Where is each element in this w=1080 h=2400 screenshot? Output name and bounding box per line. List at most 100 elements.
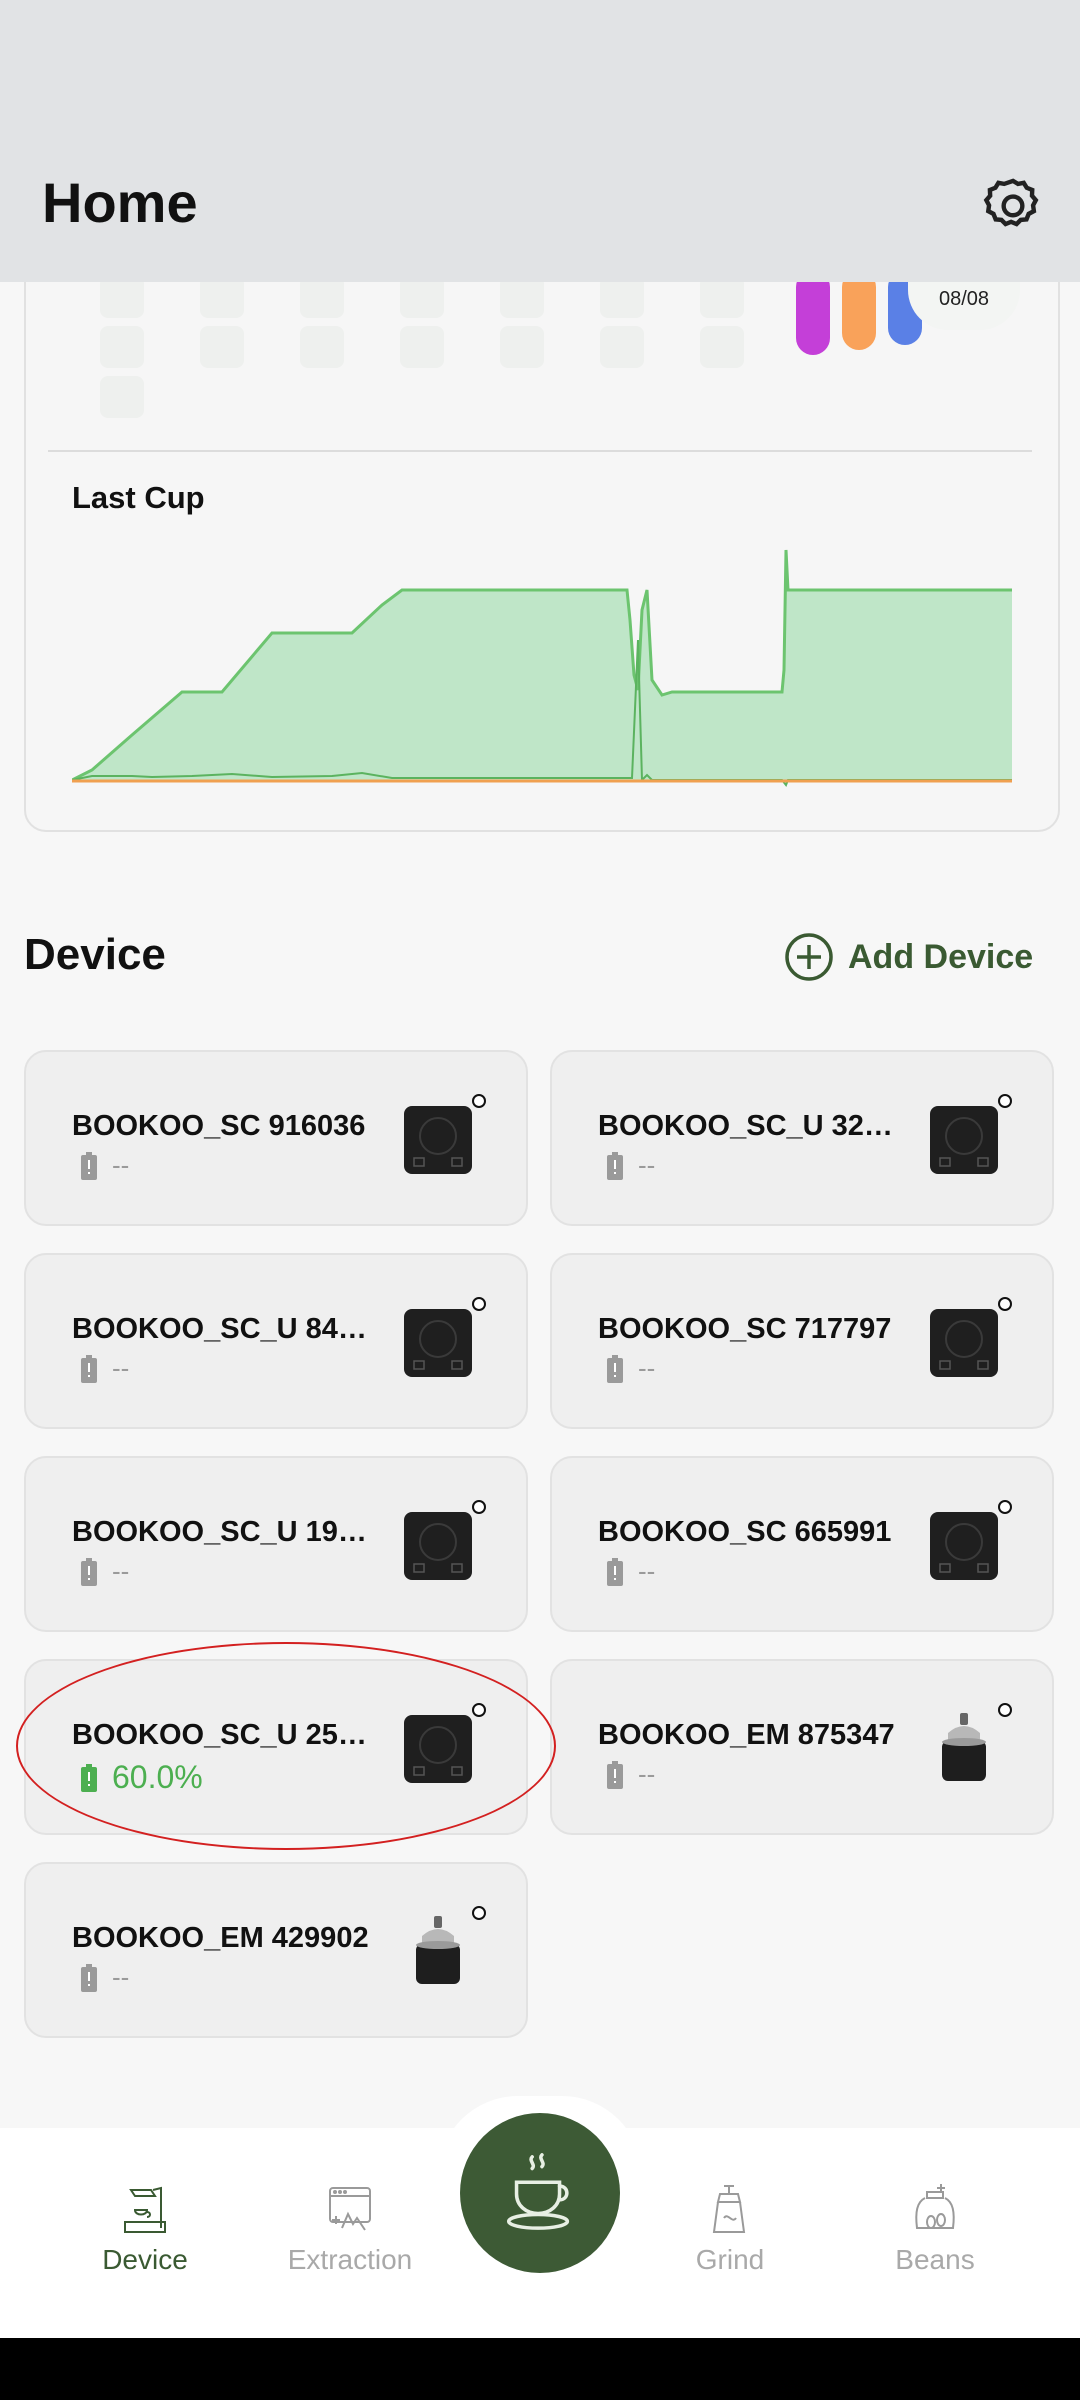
- scale-image: [926, 1102, 1002, 1178]
- system-nav-bar: [0, 2338, 1080, 2400]
- divider: [48, 450, 1032, 452]
- heatmap-cell: [400, 326, 444, 368]
- nav-label: Extraction: [287, 2244, 413, 2275]
- device-section-title: Device: [24, 930, 166, 979]
- nav-item-device[interactable]: Device: [55, 2180, 235, 2276]
- device-card[interactable]: BOOKOO_SC_U 8477… --: [24, 1253, 528, 1429]
- app-bar: Home: [0, 0, 1080, 282]
- scale-image: [400, 1305, 476, 1381]
- device-card[interactable]: BOOKOO_SC 916036 --: [24, 1050, 528, 1226]
- chart-area: [72, 550, 1012, 780]
- nav-item-extraction[interactable]: Extraction: [260, 2180, 440, 2276]
- scale-image: [926, 1305, 1002, 1381]
- battery-icon: [81, 1763, 97, 1792]
- status-dot: [472, 1906, 486, 1920]
- status-dot: [998, 1297, 1012, 1311]
- battery-status: --: [606, 1353, 655, 1384]
- device-name: BOOKOO_SC_U 2556…: [72, 1719, 382, 1751]
- date-label: 08/08: [938, 288, 990, 310]
- last-cup-chart: [72, 549, 1012, 787]
- battery-status: --: [80, 1962, 129, 1993]
- heatmap-cell: [100, 276, 144, 318]
- device-icon: [124, 2186, 166, 2233]
- status-dot: [998, 1094, 1012, 1108]
- battery-icon: [81, 1557, 97, 1586]
- battery-value: --: [112, 1962, 130, 1992]
- last-cup-label: Last Cup: [72, 480, 205, 515]
- battery-icon: [607, 1760, 623, 1789]
- device-card[interactable]: BOOKOO_SC_U 3246… --: [550, 1050, 1054, 1226]
- device-name: BOOKOO_SC 916036: [72, 1110, 366, 1142]
- heatmap-cell: [500, 276, 544, 318]
- device-card[interactable]: BOOKOO_SC_U 1900… --: [24, 1456, 528, 1632]
- heatmap-cell: [300, 326, 344, 368]
- device-name: BOOKOO_SC_U 3246…: [598, 1110, 908, 1142]
- heatmap-cell: [400, 276, 444, 318]
- battery-icon: [607, 1354, 623, 1383]
- scale-image: [400, 1508, 476, 1584]
- battery-value: --: [112, 1556, 130, 1586]
- device-card[interactable]: BOOKOO_SC 665991 --: [550, 1456, 1054, 1632]
- scale-image: [400, 1711, 476, 1787]
- battery-value: --: [112, 1353, 130, 1383]
- espresso-monitor-image: [926, 1711, 1002, 1787]
- scale-image: [400, 1102, 476, 1178]
- nav-label: Beans: [895, 2244, 975, 2275]
- status-dot: [472, 1703, 486, 1717]
- pill-bar: [842, 270, 876, 350]
- device-name: BOOKOO_SC_U 8477…: [72, 1313, 382, 1345]
- battery-status: --: [606, 1150, 655, 1181]
- battery-value: --: [638, 1353, 656, 1383]
- heatmap-cell: [200, 276, 244, 318]
- battery-value: --: [112, 1150, 130, 1180]
- battery-icon: [607, 1557, 623, 1586]
- heatmap-cell: [600, 276, 644, 318]
- status-dot: [998, 1500, 1012, 1514]
- coffee-cup-icon: [506, 2153, 570, 2230]
- device-card[interactable]: BOOKOO_EM 875347 --: [550, 1659, 1054, 1835]
- nav-item-beans[interactable]: Beans: [845, 2180, 1025, 2276]
- add-device-label: Add Device: [848, 937, 1034, 976]
- battery-status: --: [80, 1556, 129, 1587]
- status-dot: [998, 1703, 1012, 1717]
- device-card[interactable]: BOOKOO_EM 429902 --: [24, 1862, 528, 2038]
- battery-value: --: [638, 1556, 656, 1586]
- device-card[interactable]: BOOKOO_SC_U 2556… 60.0%: [24, 1659, 528, 1835]
- heatmap-cell: [100, 376, 144, 418]
- battery-value: --: [638, 1150, 656, 1180]
- battery-value: 60.0%: [112, 1759, 203, 1795]
- battery-icon: [607, 1151, 623, 1180]
- add-device-button[interactable]: Add Device: [784, 930, 1033, 984]
- heatmap-cell: [100, 326, 144, 368]
- nav-label: Device: [102, 2244, 188, 2275]
- heatmap-cell: [700, 326, 744, 368]
- beans-icon: [915, 2184, 955, 2229]
- status-dot: [472, 1094, 486, 1108]
- espresso-monitor-image: [400, 1914, 476, 1990]
- nav-label: Grind: [695, 2244, 765, 2275]
- grind-icon: [712, 2185, 746, 2233]
- battery-value: --: [638, 1759, 656, 1789]
- device-name: BOOKOO_EM 875347: [598, 1719, 895, 1751]
- battery-status: --: [80, 1150, 129, 1181]
- heatmap-cell: [200, 326, 244, 368]
- extraction-icon: [329, 2187, 371, 2231]
- battery-icon: [81, 1354, 97, 1383]
- status-dot: [472, 1297, 486, 1311]
- status-dot: [472, 1500, 486, 1514]
- scale-image: [926, 1508, 1002, 1584]
- plus-circle-icon: [785, 933, 833, 981]
- pill-bar: [796, 270, 830, 355]
- device-name: BOOKOO_SC 665991: [598, 1516, 892, 1548]
- battery-status: --: [606, 1759, 655, 1790]
- battery-status: --: [606, 1556, 655, 1587]
- battery-icon: [81, 1963, 97, 1992]
- nav-item-grind[interactable]: Grind: [640, 2180, 820, 2276]
- gear-icon[interactable]: [980, 174, 1046, 240]
- device-card[interactable]: BOOKOO_SC 717797 --: [550, 1253, 1054, 1429]
- device-name: BOOKOO_SC_U 1900…: [72, 1516, 382, 1548]
- battery-status: 60.0%: [80, 1759, 203, 1796]
- heatmap-cell: [500, 326, 544, 368]
- device-name: BOOKOO_EM 429902: [72, 1922, 369, 1954]
- brew-button[interactable]: [460, 2113, 620, 2273]
